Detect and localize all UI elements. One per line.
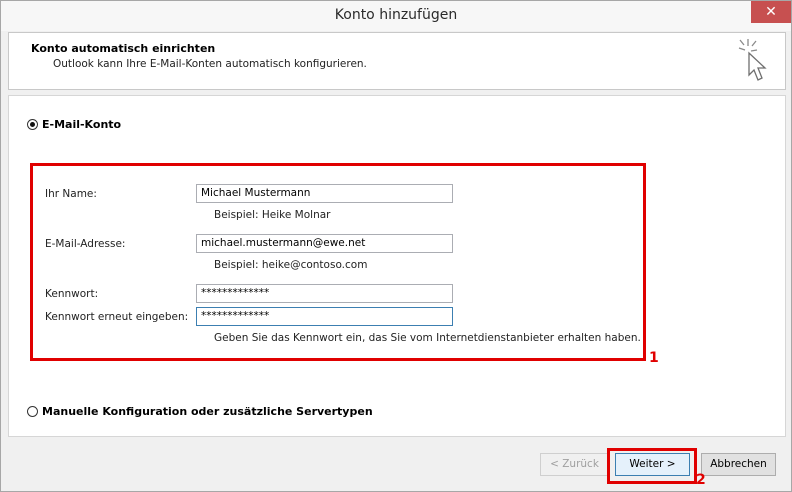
- email-input[interactable]: michael.mustermann@ewe.net: [196, 234, 453, 253]
- wizard-cursor-icon: [738, 39, 767, 81]
- account-dialog: Konto hinzufügen ✕ Konto automatisch ein…: [0, 0, 792, 492]
- cancel-button[interactable]: Abbrechen: [701, 453, 776, 476]
- annotation-marker-1: 1: [649, 350, 659, 366]
- manual-config-option[interactable]: Manuelle Konfiguration oder zusätzliche …: [27, 405, 373, 418]
- window-title: Konto hinzufügen: [334, 7, 458, 23]
- title-bar: Konto hinzufügen ✕: [1, 1, 791, 31]
- email-account-label: E-Mail-Konto: [42, 118, 122, 131]
- password-input[interactable]: *************: [196, 284, 453, 303]
- password-repeat-label: Kennwort erneut eingeben:: [45, 311, 189, 323]
- close-button[interactable]: ✕: [751, 1, 791, 23]
- manual-config-label: Manuelle Konfiguration oder zusätzliche …: [42, 405, 373, 418]
- email-label: E-Mail-Adresse:: [45, 238, 126, 250]
- email-hint: Beispiel: heike@contoso.com: [214, 259, 368, 271]
- name-label: Ihr Name:: [45, 188, 97, 200]
- manual-config-radio[interactable]: [27, 406, 38, 417]
- content-panel: E-Mail-Konto Ihr Name: Michael Musterman…: [8, 95, 786, 437]
- annotation-marker-2: 2: [696, 472, 706, 488]
- email-account-option[interactable]: E-Mail-Konto: [27, 118, 121, 131]
- password-label: Kennwort:: [45, 288, 99, 300]
- name-input[interactable]: Michael Mustermann: [196, 184, 453, 203]
- next-button-highlight: [607, 448, 697, 484]
- header-title: Konto automatisch einrichten: [31, 42, 216, 55]
- name-hint: Beispiel: Heike Molnar: [214, 209, 331, 221]
- header-subtitle: Outlook kann Ihre E-Mail-Konten automati…: [53, 58, 367, 70]
- back-button[interactable]: < Zurück: [540, 453, 609, 476]
- email-account-radio[interactable]: [27, 119, 38, 130]
- password-hint: Geben Sie das Kennwort ein, das Sie vom …: [214, 332, 641, 344]
- password-repeat-input[interactable]: *************: [196, 307, 453, 326]
- header-panel: Konto automatisch einrichten Outlook kan…: [8, 32, 786, 90]
